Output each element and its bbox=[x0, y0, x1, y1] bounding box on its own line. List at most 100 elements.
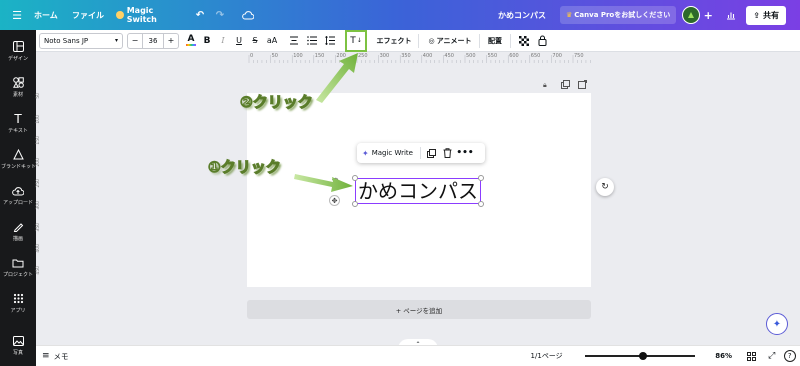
ruler-top-label: 350 bbox=[401, 53, 411, 59]
brand-icon bbox=[12, 149, 24, 161]
font-select[interactable]: Noto Sans JP ▾ bbox=[39, 32, 123, 49]
sidebar-item-photos[interactable]: 写真 bbox=[0, 328, 36, 362]
copy-icon[interactable] bbox=[424, 145, 440, 161]
zoom-level[interactable]: 86% bbox=[713, 348, 735, 364]
vertical-text-button[interactable]: T ↓ bbox=[350, 33, 362, 49]
text-color-icon: A bbox=[187, 34, 195, 44]
resize-handle[interactable] bbox=[478, 201, 484, 207]
font-size-input[interactable]: 36 bbox=[142, 32, 164, 49]
file-menu[interactable]: ファイル bbox=[72, 0, 116, 30]
grid-view-icon[interactable] bbox=[745, 348, 759, 364]
notes-icon: ≡ bbox=[42, 351, 50, 361]
font-size-decrease-button[interactable]: − bbox=[128, 33, 142, 49]
sidebar-item-draw[interactable]: 描画 bbox=[0, 214, 36, 248]
text-box-tool-highlight: T ↓ bbox=[345, 29, 367, 52]
lock-page-icon[interactable]: 🔒︎ bbox=[543, 81, 547, 90]
magic-switch-button[interactable]: Magic Switch bbox=[116, 0, 184, 30]
text-icon: T bbox=[14, 111, 22, 126]
home-button[interactable]: ホーム bbox=[34, 0, 72, 30]
text-toolbar: Noto Sans JP ▾ − 36 + A B I U S aA T ↓ エフ… bbox=[36, 29, 800, 52]
list-icon[interactable] bbox=[303, 33, 321, 49]
italic-button[interactable]: I bbox=[215, 33, 231, 49]
redo-icon[interactable]: ↷ bbox=[210, 0, 230, 30]
ruler-top-label: 300 bbox=[379, 53, 390, 59]
ruler-left-label: 250 bbox=[36, 179, 41, 188]
magic-switch-icon bbox=[116, 11, 124, 19]
share-button[interactable]: ⇪ 共有 bbox=[746, 5, 786, 25]
sidebar-item-apps[interactable]: アプリ bbox=[0, 286, 36, 320]
align-center-icon[interactable] bbox=[285, 33, 303, 49]
menu-icon[interactable]: ☰ bbox=[0, 0, 34, 30]
annotation-step2: ②クリック bbox=[239, 92, 313, 111]
ruler-top-label: 50 bbox=[271, 53, 278, 59]
draw-icon bbox=[12, 221, 24, 233]
sidebar-item-upload[interactable]: アップロード bbox=[0, 178, 36, 212]
letter-case-button[interactable]: aA bbox=[263, 33, 281, 49]
text-color-button[interactable]: A bbox=[183, 33, 199, 49]
zoom-slider[interactable] bbox=[584, 351, 695, 361]
notes-button[interactable]: ≡ メモ bbox=[42, 348, 69, 364]
cloud-sync-icon[interactable] bbox=[236, 0, 260, 30]
resize-handle[interactable] bbox=[352, 201, 358, 207]
font-size-stepper: − 36 + bbox=[127, 32, 179, 49]
ruler-top-label: 100 bbox=[293, 53, 303, 59]
trash-icon[interactable] bbox=[440, 145, 456, 161]
arrow-down-icon: ↓ bbox=[356, 37, 362, 44]
more-options-icon[interactable]: ••• bbox=[456, 145, 474, 161]
selected-text-element[interactable]: かめコンパス bbox=[352, 175, 484, 207]
fullscreen-icon[interactable]: ⤢ bbox=[765, 348, 779, 364]
zoom-slider-thumb[interactable] bbox=[638, 352, 647, 360]
ruler-top-label: 700 bbox=[552, 53, 562, 59]
move-handle[interactable]: ✥ bbox=[329, 195, 340, 206]
sidebar: デザイン 素材 T テキスト ブランドキット アップロード 描画 プロジェクト … bbox=[0, 30, 36, 366]
duplicate-page-icon[interactable] bbox=[561, 80, 570, 91]
insights-icon[interactable] bbox=[720, 0, 742, 30]
document-title[interactable]: かめコンパス bbox=[498, 0, 558, 30]
ruler-top-label: 750 bbox=[574, 53, 584, 59]
bottom-bar: ≡ メモ 1/1ページ 86% ⤢ ? bbox=[36, 345, 800, 366]
refresh-icon[interactable]: ↻ bbox=[596, 178, 614, 196]
magic-assistant-button[interactable]: ✦ bbox=[766, 313, 788, 335]
animate-button[interactable]: ◎ アニメート bbox=[425, 33, 475, 49]
elements-icon bbox=[12, 77, 24, 89]
font-size-increase-button[interactable]: + bbox=[164, 33, 178, 49]
undo-icon[interactable]: ↶ bbox=[190, 0, 210, 30]
apps-icon bbox=[12, 293, 24, 305]
animate-icon: ◎ bbox=[428, 36, 435, 45]
ruler-left-label: 450 bbox=[36, 265, 41, 275]
sidebar-item-elements[interactable]: 素材 bbox=[0, 70, 36, 104]
avatar[interactable] bbox=[682, 0, 701, 30]
sidebar-item-brand[interactable]: ブランドキット bbox=[0, 142, 36, 176]
strikethrough-button[interactable]: S bbox=[247, 33, 263, 49]
photo-icon bbox=[12, 335, 24, 347]
ruler-top-label: 450 bbox=[444, 53, 454, 59]
sparkle-icon: ✦ bbox=[362, 148, 369, 158]
ruler-left-label: 150 bbox=[36, 136, 41, 145]
ruler-left-label: 400 bbox=[36, 244, 41, 253]
page-indicator[interactable]: 1/1ページ bbox=[531, 348, 563, 364]
add-icon[interactable]: + bbox=[700, 0, 716, 30]
pro-trial-button[interactable]: ♛ Canva Proをお試しください bbox=[560, 6, 677, 24]
magic-write-button[interactable]: ✦ Magic Write bbox=[362, 145, 413, 161]
ruler-left-label: 350 bbox=[36, 222, 41, 232]
bold-button[interactable]: B bbox=[199, 33, 215, 49]
sidebar-item-projects[interactable]: プロジェクト bbox=[0, 250, 36, 284]
element-context-menu: ✦ Magic Write ••• bbox=[357, 143, 485, 163]
effects-button[interactable]: エフェクト bbox=[374, 33, 414, 49]
ruler-left-label: 50 bbox=[36, 93, 41, 99]
sidebar-item-design[interactable]: デザイン bbox=[0, 34, 36, 68]
transparency-icon[interactable] bbox=[515, 33, 533, 49]
canvas-text[interactable]: かめコンパス bbox=[358, 178, 478, 204]
resize-handle[interactable] bbox=[478, 175, 484, 181]
annotation-arrow-step1 bbox=[293, 170, 355, 196]
sidebar-item-text[interactable]: T テキスト bbox=[0, 106, 36, 140]
add-page-icon[interactable] bbox=[578, 80, 587, 91]
position-button[interactable]: 配置 bbox=[486, 33, 504, 49]
spacing-icon[interactable] bbox=[321, 33, 339, 49]
help-icon[interactable]: ? bbox=[783, 350, 796, 362]
add-page-button[interactable]: + ページを追加 bbox=[247, 300, 591, 319]
share-icon: ⇪ bbox=[753, 10, 760, 20]
lock-icon[interactable] bbox=[533, 33, 551, 49]
annotation-step1: ①クリック bbox=[207, 157, 281, 176]
underline-button[interactable]: U bbox=[231, 33, 247, 49]
